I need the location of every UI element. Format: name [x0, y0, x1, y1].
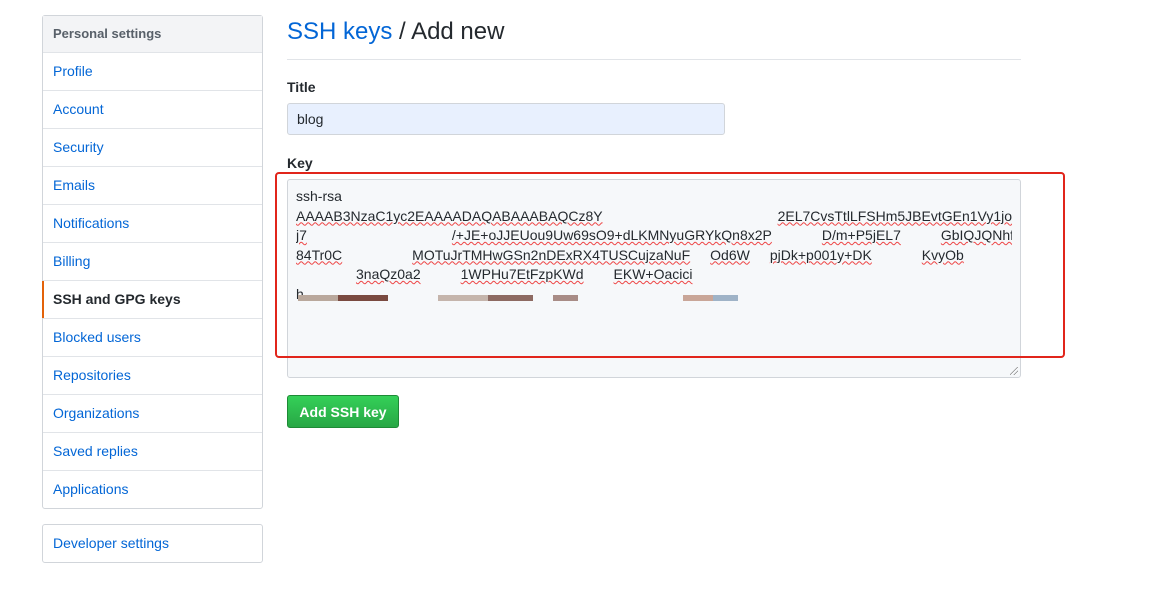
textarea-resize-handle[interactable] [1010, 367, 1018, 375]
sidebar-item-repositories[interactable]: Repositories [43, 357, 262, 395]
sidebar-item-profile[interactable]: Profile [43, 53, 262, 91]
key-text: EKW+Oacici [613, 266, 693, 282]
key-text: D/m+P5jEL7 [821, 227, 901, 243]
key-text: pjDk+p001y+DK [769, 246, 872, 263]
redaction-smear [298, 295, 338, 301]
page-title: SSH keys / Add new [287, 18, 504, 46]
redaction-smear [553, 295, 578, 301]
key-text: KvyOb [921, 246, 964, 263]
sidebar-item-organizations[interactable]: Organizations [43, 395, 262, 433]
sidebar-item-ssh-gpg-keys[interactable]: SSH and GPG keys [42, 281, 262, 319]
sidebar-heading: Personal settings [43, 16, 262, 53]
page-title-text: Add new [411, 18, 505, 45]
title-input[interactable]: blog [287, 103, 725, 135]
key-text: AAAAB3NzaC1yc2EAAAADAQABAAABAQCz8Y [296, 207, 603, 224]
settings-sidebar: Personal settings Profile Account Securi… [42, 15, 263, 509]
title-divider [287, 59, 1021, 60]
key-line-5: 3naQz0a2 1WPHu7EtFzpKWd EKW+Oacici [296, 265, 1012, 285]
redaction-smear [488, 295, 533, 301]
title-label: Title [287, 79, 316, 95]
key-line-4: 84Tr0C MOTuJrTMHwGSn2nDExRX4TUSCujzaNuF Od… [296, 246, 1012, 266]
key-line-1: ssh-rsa [296, 188, 342, 204]
key-text: 1WPHu7EtFzpKWd [460, 266, 584, 282]
developer-settings-menu: Developer settings [42, 524, 263, 563]
key-text: j7 [296, 227, 307, 243]
redaction-smear [338, 295, 388, 301]
sidebar-item-developer-settings[interactable]: Developer settings [43, 525, 262, 562]
sidebar-item-applications[interactable]: Applications [43, 471, 262, 508]
redaction-smear [438, 295, 488, 301]
add-ssh-key-button[interactable]: Add SSH key [287, 395, 399, 428]
key-label: Key [287, 155, 313, 171]
key-text: 84Tr0C [296, 246, 343, 263]
key-line-2: AAAAB3NzaC1yc2EAAAADAQABAAABAQCz8Y 2EL7Cv… [296, 207, 1012, 227]
key-text: GbIQJQNhfjJ [940, 227, 1012, 243]
key-textarea[interactable]: ssh-rsa AAAAB3NzaC1yc2EAAAADAQABAAABAQCz… [287, 179, 1021, 378]
sidebar-item-billing[interactable]: Billing [43, 243, 262, 281]
breadcrumb-separator: / [399, 18, 406, 45]
redaction-smear [683, 295, 713, 301]
breadcrumb-ssh-keys-link[interactable]: SSH keys [287, 18, 392, 45]
key-text: /+JE+oJJEUou9Uw69sO9+dLKMNyuGRYkQn8x2P [451, 227, 772, 243]
key-line-3: j7 /+JE+oJJEUou9Uw69sO9+dLKMNyuGRYkQn8x2P… [296, 226, 1012, 246]
key-text: 3naQz0a2 [356, 266, 421, 282]
redaction-smear [713, 295, 738, 301]
key-text: Od6W [710, 246, 750, 263]
key-line-6: h [296, 285, 1012, 305]
key-text: MOTuJrTMHwGSn2nDExRX4TUSCujzaNuF [412, 246, 691, 263]
sidebar-item-notifications[interactable]: Notifications [43, 205, 262, 243]
key-text: 2EL7CvsTtlLFSHm5JBEvtGEn1Vy1jo8Fw8vZ [777, 207, 1012, 224]
sidebar-item-emails[interactable]: Emails [43, 167, 262, 205]
sidebar-item-saved-replies[interactable]: Saved replies [43, 433, 262, 471]
sidebar-item-account[interactable]: Account [43, 91, 262, 129]
sidebar-item-blocked-users[interactable]: Blocked users [43, 319, 262, 357]
sidebar-item-security[interactable]: Security [43, 129, 262, 167]
